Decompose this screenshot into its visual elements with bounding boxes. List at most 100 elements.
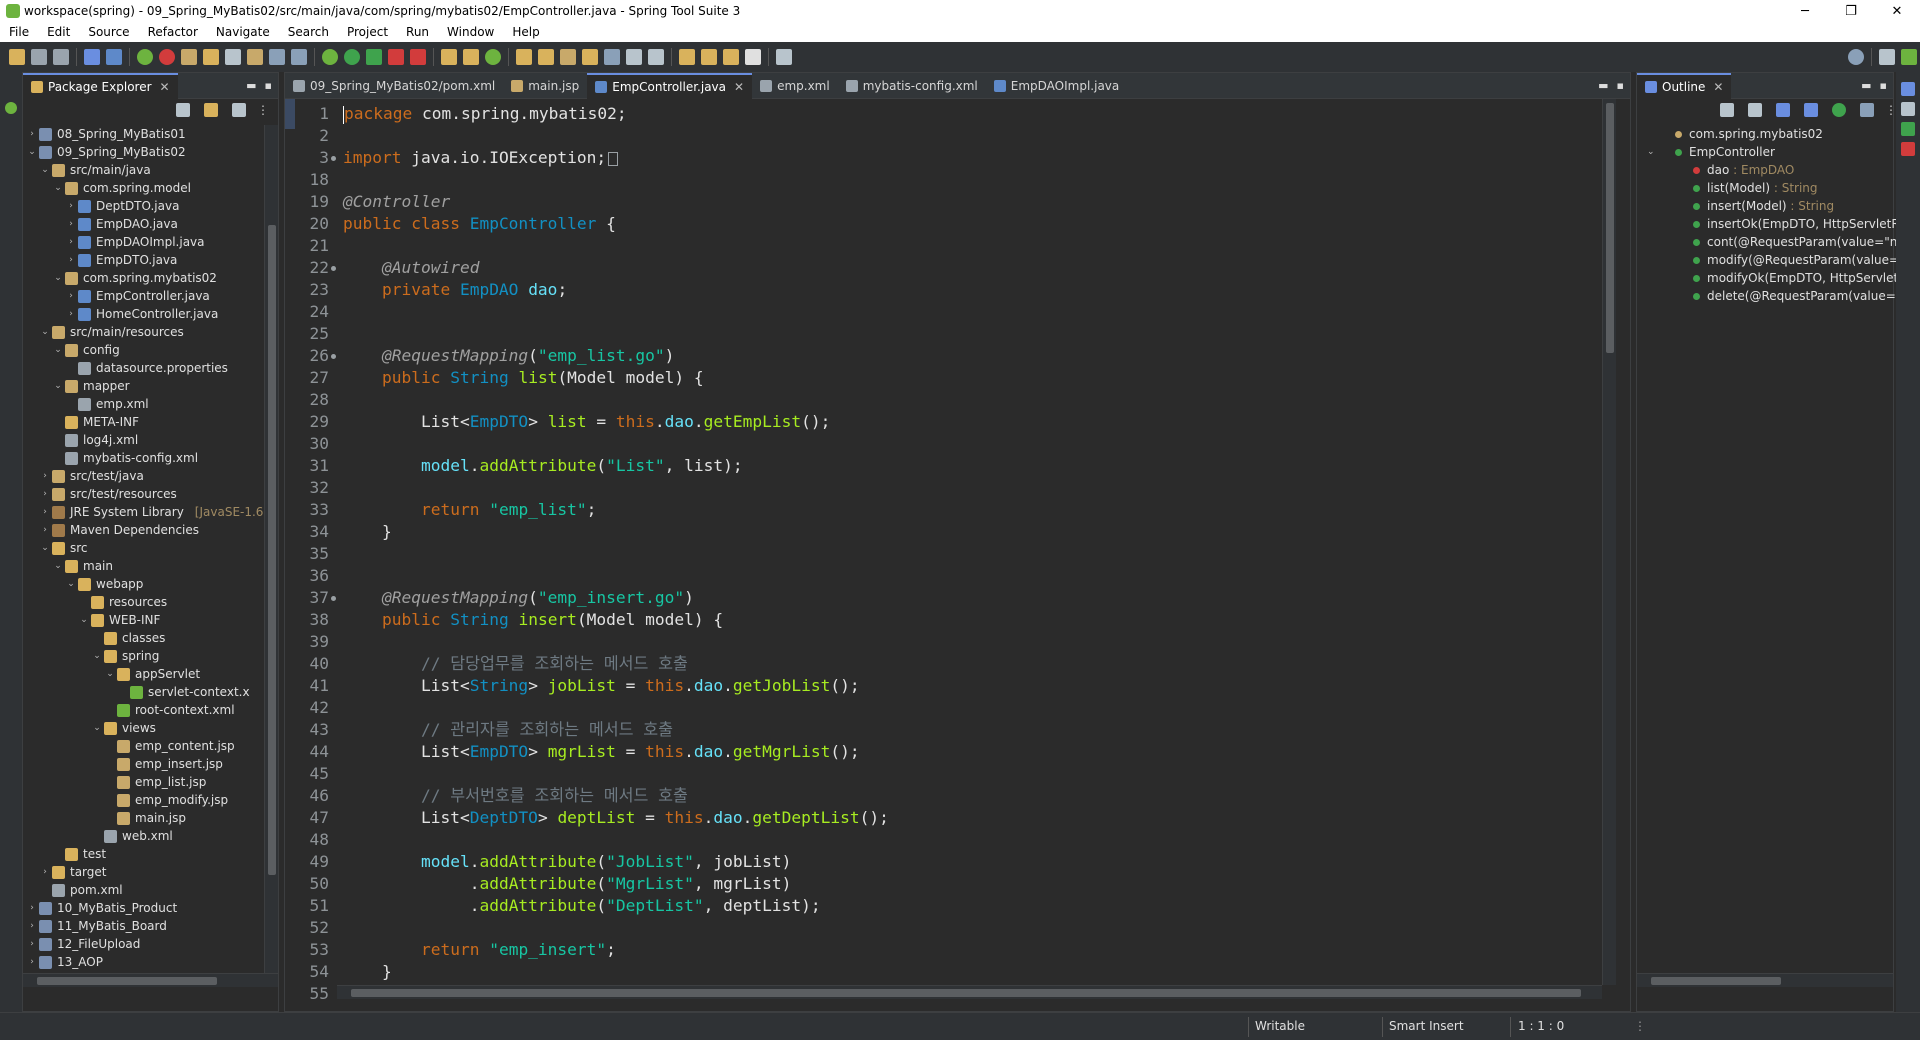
tree-item[interactable]: › 10_MyBatis_Product [23, 899, 263, 917]
tree-item[interactable]: ⌄ views [23, 719, 263, 737]
collapsed-chevron-icon[interactable]: › [27, 899, 37, 917]
tree-item[interactable]: › Maven Dependencies [23, 521, 263, 539]
outline-item[interactable]: insertOk(EmpDTO, HttpServletRespo [1637, 215, 1920, 233]
expanded-chevron-icon[interactable]: ⌄ [53, 377, 63, 395]
menu-refactor[interactable]: Refactor [139, 25, 207, 39]
collapsed-chevron-icon[interactable]: › [40, 467, 50, 485]
tree-item[interactable]: root-context.xml [23, 701, 263, 719]
outline-item[interactable]: insert(Model) : String [1637, 197, 1893, 215]
filter-icon[interactable] [648, 49, 664, 65]
scrollbar-thumb[interactable] [351, 989, 1581, 997]
editor-tab[interactable]: EmpController.java ✕ [587, 72, 753, 99]
editor-tab[interactable]: 09_Spring_MyBatis02/pom.xml [285, 73, 503, 99]
tree-item[interactable]: ⌄ spring [23, 647, 263, 665]
run-icon[interactable] [344, 49, 360, 65]
open-perspective-icon[interactable] [1879, 49, 1895, 65]
minimize-button[interactable]: ─ [1782, 0, 1828, 22]
tree-item[interactable]: › EmpDTO.java [23, 251, 263, 269]
back-arrow-icon[interactable] [723, 49, 739, 65]
debug-icon[interactable] [322, 49, 338, 65]
tree-item[interactable]: classes [23, 629, 263, 647]
tree-item[interactable]: ⌄ WEB-INF [23, 611, 263, 629]
minimize-view-icon[interactable]: ▬ [246, 79, 256, 92]
collapsed-chevron-icon[interactable]: › [40, 521, 50, 539]
editor-vscrollbar[interactable] [1602, 99, 1616, 985]
problems-view-icon[interactable] [1901, 142, 1915, 156]
collapse-all-icon[interactable] [1720, 103, 1734, 117]
fold-toggle-icon[interactable] [331, 266, 336, 271]
collapsed-chevron-icon[interactable]: › [27, 935, 37, 953]
collapsed-chevron-icon[interactable]: › [27, 125, 37, 143]
tree-item[interactable]: › DeptDTO.java [23, 197, 263, 215]
annotation-icon[interactable] [626, 49, 642, 65]
scrollbar-thumb[interactable] [268, 225, 276, 875]
save-icon[interactable] [31, 49, 47, 65]
collapsed-chevron-icon[interactable]: › [66, 287, 76, 305]
search-icon[interactable] [1848, 49, 1864, 65]
tree-item[interactable]: › JRE System Library [JavaSE-1.6] [23, 503, 268, 521]
hide-fields-icon[interactable] [1776, 103, 1790, 117]
close-button[interactable]: ✕ [1874, 0, 1920, 22]
save-all-icon[interactable] [53, 49, 69, 65]
open-file-icon[interactable] [538, 49, 554, 65]
hide-static-icon[interactable] [1804, 103, 1818, 117]
new-package-icon[interactable] [441, 49, 457, 65]
tree-item[interactable]: ⌄ main [23, 557, 263, 575]
menu-edit[interactable]: Edit [38, 25, 79, 39]
package-explorer-hscrollbar[interactable] [23, 973, 278, 987]
new-java-project-icon[interactable] [203, 49, 219, 65]
status-menu-icon[interactable]: ⋮ [1634, 1019, 1646, 1033]
tree-item[interactable]: › HomeController.java [23, 305, 263, 323]
view-menu-icon[interactable]: ⋮ [257, 103, 269, 117]
editor-hscrollbar[interactable] [337, 985, 1602, 999]
fold-toggle-icon[interactable] [331, 156, 336, 161]
open-task-icon[interactable] [247, 49, 263, 65]
menu-search[interactable]: Search [279, 25, 338, 39]
expanded-chevron-icon[interactable]: ⌄ [40, 539, 50, 557]
fold-toggle-icon[interactable] [331, 354, 336, 359]
maximize-view-icon[interactable]: ▪ [265, 79, 272, 92]
pin-editor-icon[interactable] [776, 49, 792, 65]
tree-item[interactable]: › 08_Spring_MyBatis01 [23, 125, 263, 143]
package-explorer-vscrollbar[interactable] [264, 125, 278, 973]
close-icon[interactable]: ✕ [734, 80, 744, 94]
servers-view-icon[interactable] [1901, 122, 1915, 136]
spring-boot-dashboard-icon[interactable] [5, 102, 17, 114]
menu-file[interactable]: File [0, 25, 38, 39]
tree-item[interactable]: ⌄ com.spring.model [23, 179, 263, 197]
tree-item[interactable]: ⌄ com.spring.mybatis02 [23, 269, 263, 287]
editor-tab[interactable]: emp.xml [752, 73, 838, 99]
tree-item[interactable]: ⌄ mapper [23, 377, 263, 395]
expanded-chevron-icon[interactable]: ⌄ [40, 323, 50, 341]
editor-tab[interactable]: mybatis-config.xml [838, 73, 986, 99]
hide-local-types-icon[interactable] [1860, 103, 1874, 117]
stop-icon[interactable] [159, 49, 175, 65]
tree-item[interactable]: emp_insert.jsp [23, 755, 263, 773]
collapsed-chevron-icon[interactable]: › [66, 197, 76, 215]
maximize-view-icon[interactable]: ▪ [1617, 79, 1624, 92]
hide-non-public-icon[interactable] [1832, 103, 1846, 117]
tree-item[interactable]: ⌄ webapp [23, 575, 263, 593]
collapse-all-icon[interactable] [176, 103, 190, 117]
outline-item[interactable]: ⌄ EmpController [1637, 143, 1893, 161]
link-with-editor-icon[interactable] [204, 103, 218, 117]
tree-item[interactable]: › 11_MyBatis_Board [23, 917, 263, 935]
tree-item[interactable]: resources [23, 593, 263, 611]
tree-item[interactable]: › 12_FileUpload [23, 935, 263, 953]
expanded-chevron-icon[interactable]: ⌄ [53, 179, 63, 197]
gear-icon[interactable] [604, 49, 620, 65]
tree-item[interactable]: › src/test/resources [23, 485, 263, 503]
tree-item[interactable]: ⌄ appServlet [23, 665, 263, 683]
tree-item[interactable]: ⌄ src [23, 539, 263, 557]
tab-outline[interactable]: Outline ✕ [1637, 72, 1732, 99]
expanded-chevron-icon[interactable]: ⌄ [53, 557, 63, 575]
outline-item[interactable]: delete(@RequestParam(value="no") [1637, 287, 1920, 305]
console-view-icon[interactable] [1901, 102, 1915, 116]
scrollbar-thumb[interactable] [1651, 977, 1781, 985]
tree-item[interactable]: emp_content.jsp [23, 737, 263, 755]
disconnect-icon[interactable] [410, 49, 426, 65]
outline-item[interactable]: list(Model) : String [1637, 179, 1893, 197]
refresh-icon[interactable] [485, 49, 501, 65]
skip-breakpoints-icon[interactable] [181, 49, 197, 65]
tree-item[interactable]: › EmpDAOImpl.java [23, 233, 263, 251]
